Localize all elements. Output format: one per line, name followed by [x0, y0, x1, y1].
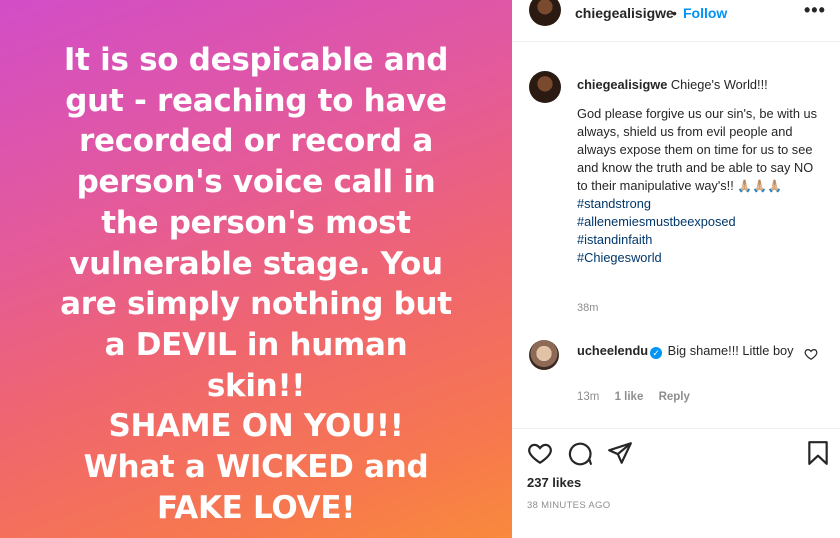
comment-likes[interactable]: 1 like — [615, 391, 644, 403]
post-text-line: gut - reaching to have — [65, 82, 447, 119]
post-side-panel: chiegealisigwe • Follow ••• chiegealisig… — [512, 0, 840, 538]
header-divider — [512, 41, 840, 42]
caption-intro: Chiege's World!!! — [670, 77, 768, 92]
comment-icon[interactable] — [567, 440, 593, 466]
comment-time: 13m — [577, 391, 600, 403]
post-text-line: skin!! — [206, 367, 306, 404]
comment-meta: 13m 1 like Reply — [577, 391, 702, 403]
post-text-line: What a WICKED and — [83, 449, 429, 486]
caption-username[interactable]: chiegealisigwe — [577, 77, 667, 92]
hashtag-link[interactable]: #standstrong — [577, 195, 825, 213]
post-text-line: vulnerable stage. You — [69, 245, 443, 282]
likes-count[interactable]: 237 likes — [527, 475, 581, 490]
post-text-line: are simply nothing but — [60, 286, 452, 323]
hashtag-link[interactable]: #istandinfaith — [577, 231, 825, 249]
bookmark-icon[interactable] — [805, 440, 831, 466]
comment: ucheelendu ✓ Big shame!!! Little boy — [577, 342, 802, 360]
post-text-line: FAKE LOVE! — [156, 489, 356, 526]
caption-body: God please forgive us our sin's, be with… — [577, 105, 825, 195]
separator-dot: • — [672, 5, 677, 21]
comment-text: Big shame!!! Little boy — [667, 343, 794, 358]
comment-avatar[interactable] — [529, 340, 559, 370]
caption-text: God please forgive us our sin's, be with… — [577, 106, 821, 193]
share-icon[interactable] — [607, 440, 633, 466]
reply-button[interactable]: Reply — [659, 391, 690, 403]
comment-like-heart-icon[interactable] — [804, 347, 818, 361]
comment-username[interactable]: ucheelendu — [577, 343, 648, 358]
posted-time: 38 MINUTES AGO — [527, 500, 611, 511]
follow-button[interactable]: Follow — [683, 5, 727, 21]
more-horizontal-icon[interactable]: ••• — [804, 0, 826, 21]
post-text-line: SHAME ON YOU!! — [108, 408, 404, 445]
post-text-line: recorded or record a — [78, 123, 434, 160]
heart-icon[interactable] — [527, 440, 553, 466]
caption: chiegealisigwe Chiege's World!!! God ple… — [577, 76, 825, 267]
post-image-text: It is so despicable and gut - reaching t… — [0, 40, 512, 528]
post-text-line: a DEVIL in human — [104, 326, 408, 363]
caption-time: 38m — [577, 302, 599, 314]
post-text-line: person's voice call in — [76, 164, 436, 201]
post-text-line: It is so despicable and — [63, 42, 449, 78]
header-username[interactable]: chiegealisigwe — [575, 5, 674, 21]
praying-hands-emoji: 🙏🏼🙏🏼🙏🏼 — [737, 179, 783, 193]
post-image[interactable]: It is so despicable and gut - reaching t… — [0, 0, 512, 538]
actions-divider — [512, 428, 840, 429]
post-text-line: the person's most — [101, 204, 411, 241]
hashtag-link[interactable]: #Chiegesworld — [577, 249, 825, 267]
hashtag-link[interactable]: #allenemiesmustbeexposed — [577, 213, 825, 231]
avatar[interactable] — [529, 0, 561, 26]
caption-avatar[interactable] — [529, 71, 561, 103]
verified-badge-icon: ✓ — [650, 347, 663, 359]
